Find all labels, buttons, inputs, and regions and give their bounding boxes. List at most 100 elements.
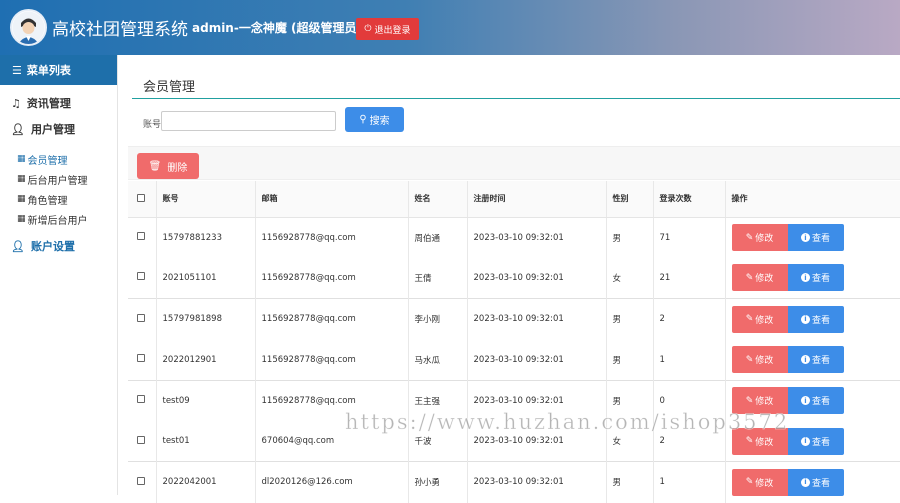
logout-button[interactable]: ⏻ 退出登录 (356, 18, 419, 40)
info-icon: i (801, 273, 810, 282)
edit-button[interactable]: ✎修改 (732, 428, 788, 455)
pencil-icon: ✎ (746, 436, 754, 446)
sidebar-heading: ☰ 菜单列表 (0, 55, 117, 85)
name-cell: 千波 (408, 421, 467, 462)
actions-cell: ✎修改 i查看 (725, 217, 900, 258)
table-header-row: 账号 邮箱 姓名 注册时间 性别 登录次数 操作 (128, 181, 900, 217)
row-checkbox[interactable] (137, 232, 145, 240)
search-button[interactable]: ⚲ 搜索 (345, 107, 404, 132)
column-header: 性别 (606, 181, 653, 217)
current-user: admin-一念神魔 (超级管理员) (192, 19, 362, 36)
user-icon: 👤︎ (11, 123, 25, 136)
select-all-checkbox[interactable] (137, 194, 145, 202)
view-button[interactable]: i查看 (788, 306, 844, 333)
calendar-icon: ▦ (17, 154, 26, 164)
row-checkbox[interactable] (137, 436, 145, 444)
delete-button[interactable]: 🗑︎ 删除 (137, 153, 199, 179)
main-content: 会员管理 账号: ⚲ 搜索 🗑︎ 删除 账号 邮箱 姓名 注册时间 性别 登录次… (118, 55, 900, 495)
row-actions: ✎修改 i查看 (732, 387, 900, 414)
view-button[interactable]: i查看 (788, 346, 844, 373)
edit-button[interactable]: ✎修改 (732, 346, 788, 373)
row-checkbox[interactable] (137, 477, 145, 485)
title-divider (132, 98, 900, 99)
email-cell: 670604@qq.com (255, 421, 408, 462)
login-count-cell: 1 (653, 462, 725, 503)
sidebar-item-users[interactable]: 👤︎ 用户管理 (0, 116, 117, 142)
view-button[interactable]: i查看 (788, 264, 844, 291)
table-row: 2022042001dl2020126@126.com孙小勇2023-03-10… (128, 462, 900, 503)
register-time-cell: 2023-03-10 09:32:01 (467, 217, 606, 258)
register-time-cell: 2023-03-10 09:32:01 (467, 299, 606, 340)
table-row: 20210511011156928778@qq.com王倩2023-03-10 … (128, 258, 900, 299)
member-table: 账号 邮箱 姓名 注册时间 性别 登录次数 操作 157978812331156… (128, 181, 900, 503)
sidebar-subitem-roles[interactable]: ▦ 角色管理 (0, 189, 117, 209)
sidebar-item-news[interactable]: ♫ 资讯管理 (0, 90, 117, 116)
account-cell: 2022042001 (156, 462, 255, 503)
view-button[interactable]: i查看 (788, 387, 844, 414)
view-button[interactable]: i查看 (788, 428, 844, 455)
row-checkbox[interactable] (137, 272, 145, 280)
row-actions: ✎修改 i查看 (732, 469, 900, 496)
trash-icon: 🗑︎ (149, 161, 162, 172)
pencil-icon: ✎ (746, 477, 754, 487)
table-row: 20220129011156928778@qq.com马水瓜2023-03-10… (128, 339, 900, 380)
row-checkbox[interactable] (137, 314, 145, 322)
row-actions: ✎修改 i查看 (732, 428, 900, 455)
toolbar: 🗑︎ 删除 (128, 146, 900, 180)
gender-cell: 男 (606, 217, 653, 258)
row-checkbox[interactable] (137, 354, 145, 362)
calendar-icon: ▦ (17, 194, 26, 204)
calendar-icon: ▦ (17, 174, 26, 184)
gender-cell: 男 (606, 380, 653, 421)
pencil-icon: ✎ (746, 314, 754, 324)
gender-cell: 男 (606, 339, 653, 380)
pencil-icon: ✎ (746, 355, 754, 365)
actions-cell: ✎修改 i查看 (725, 339, 900, 380)
pencil-icon: ✎ (746, 273, 754, 283)
sidebar-subitem-members[interactable]: ▦ 会员管理 (0, 149, 117, 169)
pencil-icon: ✎ (746, 233, 754, 243)
gender-cell: 女 (606, 421, 653, 462)
name-cell: 王倩 (408, 258, 467, 299)
info-icon: i (801, 478, 810, 487)
sidebar-subitem-add-admin[interactable]: ▦ 新增后台用户 (0, 209, 117, 229)
info-icon: i (801, 437, 810, 446)
row-checkbox[interactable] (137, 395, 145, 403)
gender-cell: 女 (606, 258, 653, 299)
register-time-cell: 2023-03-10 09:32:01 (467, 380, 606, 421)
column-header: 账号 (156, 181, 255, 217)
sidebar-item-account-settings[interactable]: 👤︎ 账户设置 (0, 233, 117, 259)
table-row: test01670604@qq.com千波2023-03-10 09:32:01… (128, 421, 900, 462)
name-cell: 孙小勇 (408, 462, 467, 503)
account-cell: 15797881233 (156, 217, 255, 258)
app-title: 高校社团管理系统 (52, 15, 188, 40)
edit-button[interactable]: ✎修改 (732, 264, 788, 291)
register-time-cell: 2023-03-10 09:32:01 (467, 462, 606, 503)
register-time-cell: 2023-03-10 09:32:01 (467, 258, 606, 299)
sidebar-subitem-admin-users[interactable]: ▦ 后台用户管理 (0, 169, 117, 189)
edit-button[interactable]: ✎修改 (732, 469, 788, 496)
row-actions: ✎修改 i查看 (732, 264, 900, 291)
name-cell: 周伯通 (408, 217, 467, 258)
gender-cell: 男 (606, 462, 653, 503)
account-search-input[interactable] (161, 111, 336, 131)
gender-cell: 男 (606, 299, 653, 340)
row-select-cell (128, 299, 156, 340)
row-select-cell (128, 258, 156, 299)
calendar-icon: ▦ (17, 214, 26, 224)
account-cell: 2021051101 (156, 258, 255, 299)
account-cell: 15797981898 (156, 299, 255, 340)
account-cell: test09 (156, 380, 255, 421)
top-header: 高校社团管理系统 admin-一念神魔 (超级管理员) ⏻ 退出登录 (0, 0, 900, 55)
view-button[interactable]: i查看 (788, 469, 844, 496)
page-title: 会员管理 (143, 76, 195, 95)
view-button[interactable]: i查看 (788, 224, 844, 251)
row-select-cell (128, 421, 156, 462)
power-icon: ⏻ (364, 24, 371, 34)
login-count-cell: 21 (653, 258, 725, 299)
column-header: 姓名 (408, 181, 467, 217)
edit-button[interactable]: ✎修改 (732, 224, 788, 251)
edit-button[interactable]: ✎修改 (732, 387, 788, 414)
sidebar: ☰ 菜单列表 ♫ 资讯管理 👤︎ 用户管理 ▦ 会员管理 ▦ 后台用户管理 ▦ … (0, 55, 118, 495)
edit-button[interactable]: ✎修改 (732, 306, 788, 333)
